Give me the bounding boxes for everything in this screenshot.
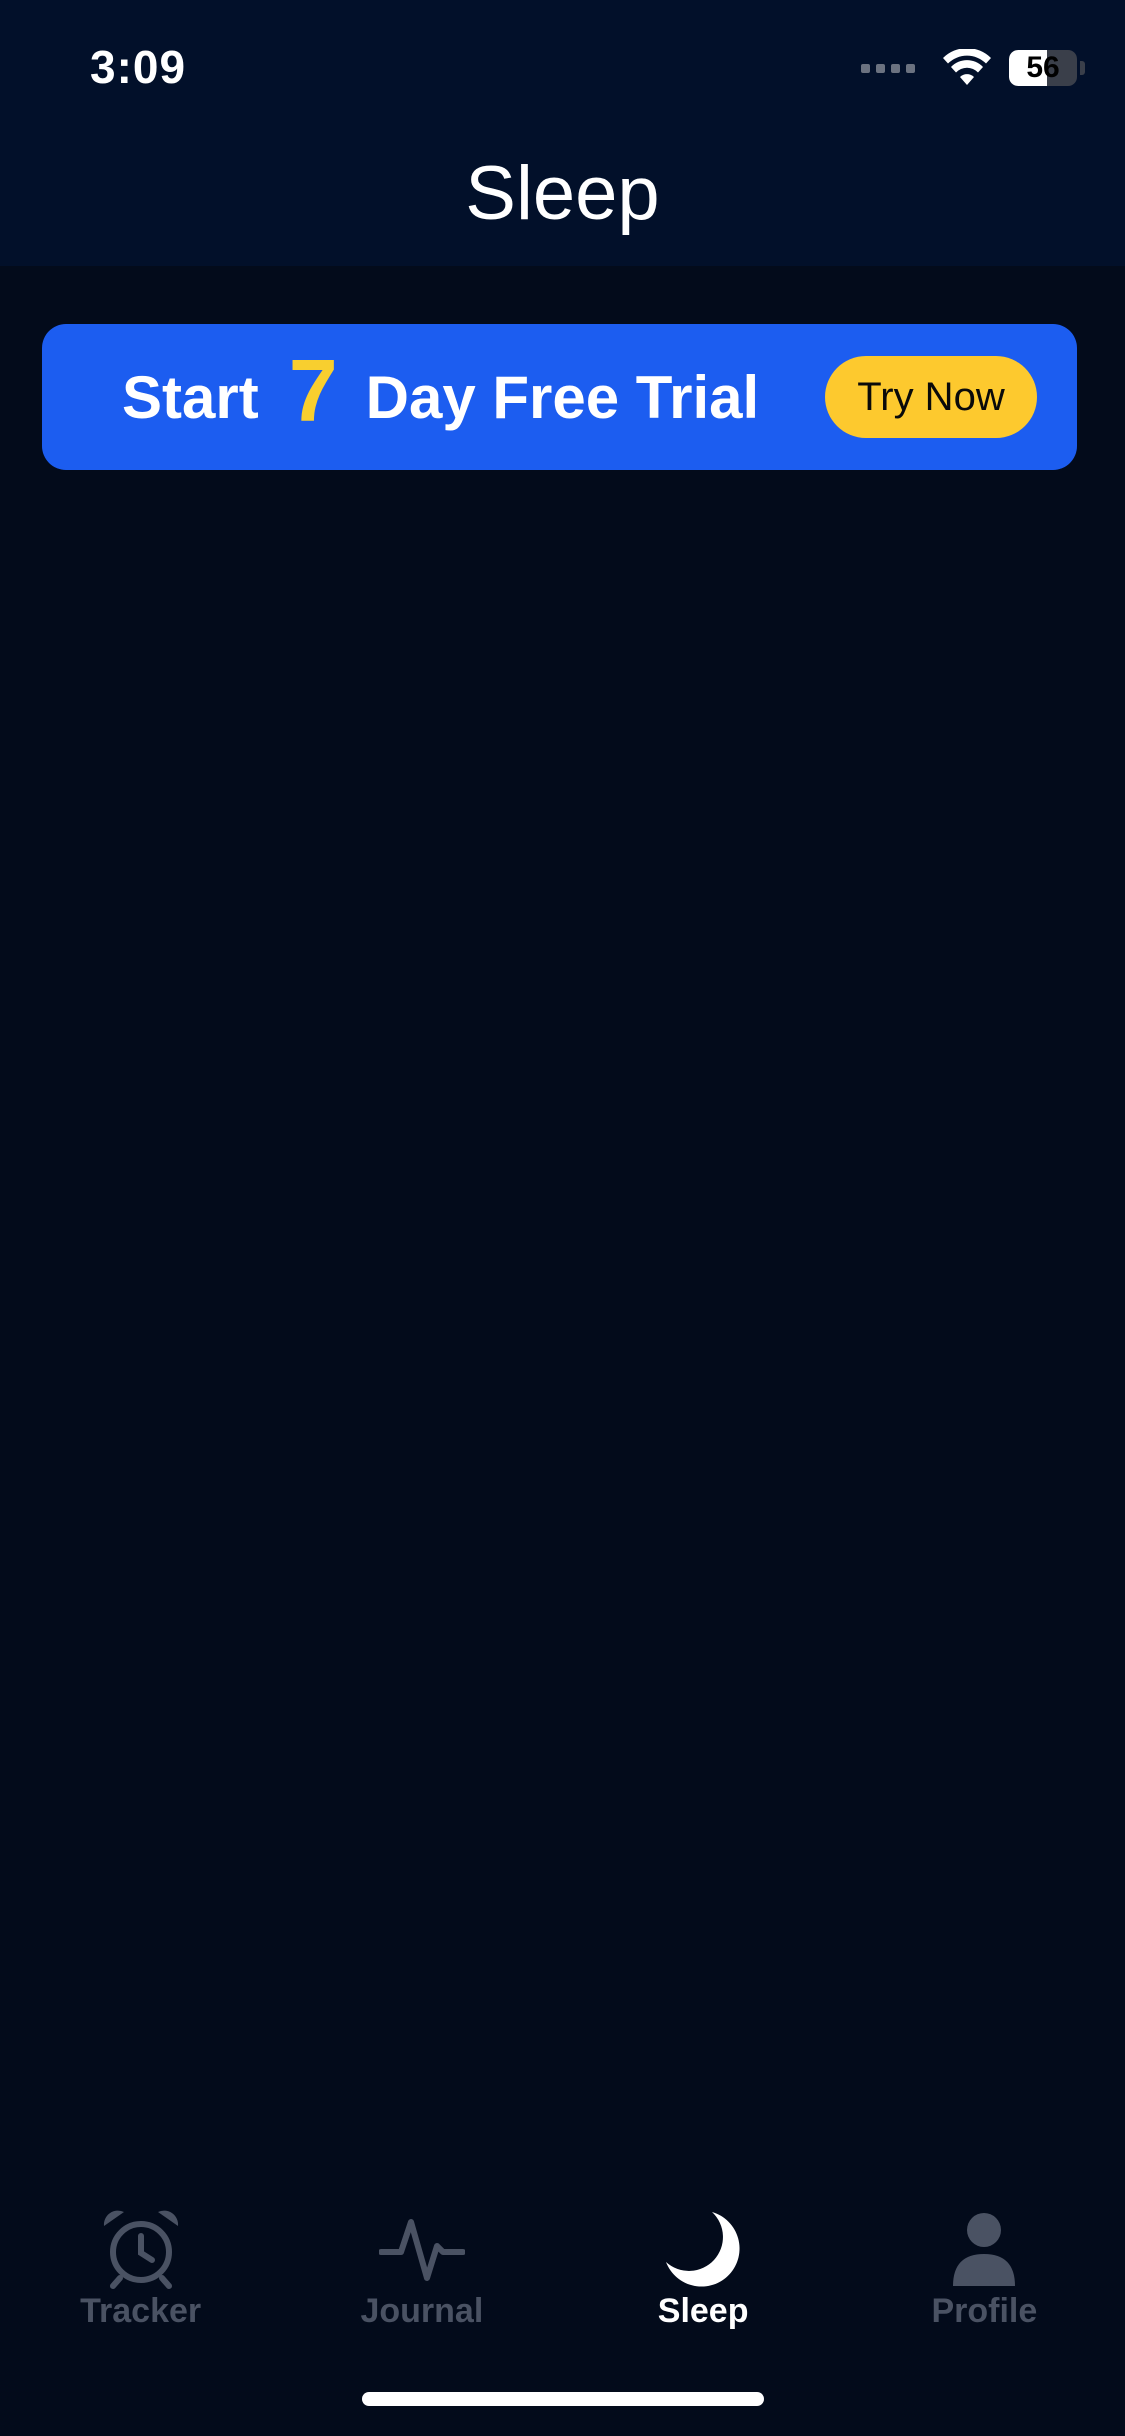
- sleep-screen: 3:09 56 Sleep Start 7 Day Free Trial Try…: [0, 0, 1125, 2436]
- promo-suffix: Day Free Trial: [365, 363, 760, 431]
- pulse-icon: [378, 2219, 465, 2281]
- status-time: 3:09: [90, 41, 187, 93]
- tab-tracker[interactable]: Tracker: [0, 2180, 281, 2360]
- tab-label-sleep: Sleep: [657, 2292, 749, 2330]
- wifi-icon: [943, 49, 991, 85]
- promo-trial-days: 7: [288, 341, 338, 440]
- status-bar: 3:09 56: [0, 0, 1125, 140]
- battery-icon: 56: [1009, 50, 1077, 86]
- status-indicators: 56: [861, 46, 1085, 90]
- promo-prefix: Start: [122, 363, 259, 431]
- tab-label-journal: Journal: [360, 2292, 484, 2330]
- bottom-tab-bar: Tracker Journal Sleep Profile: [0, 2180, 1125, 2360]
- battery-level: 56: [1026, 51, 1060, 84]
- home-indicator[interactable]: [362, 2392, 764, 2406]
- page-title: Sleep: [465, 151, 660, 236]
- moon-icon: [666, 2212, 740, 2287]
- tab-sleep[interactable]: Sleep: [563, 2180, 844, 2360]
- person-icon: [953, 2213, 1016, 2286]
- tab-label-profile: Profile: [931, 2292, 1038, 2330]
- tab-label-tracker: Tracker: [80, 2292, 202, 2330]
- tab-journal[interactable]: Journal: [281, 2180, 562, 2360]
- tab-profile[interactable]: Profile: [844, 2180, 1125, 2360]
- battery-tip: [1080, 61, 1085, 75]
- cellular-signal-icon: [861, 63, 921, 73]
- free-trial-banner[interactable]: Start 7 Day Free Trial Try Now: [42, 324, 1077, 470]
- alarm-clock-icon: [103, 2210, 178, 2289]
- try-now-button[interactable]: Try Now: [825, 356, 1037, 438]
- promo-text: Start 7 Day Free Trial: [122, 324, 759, 470]
- header: 3:09 56 Sleep: [0, 0, 1125, 266]
